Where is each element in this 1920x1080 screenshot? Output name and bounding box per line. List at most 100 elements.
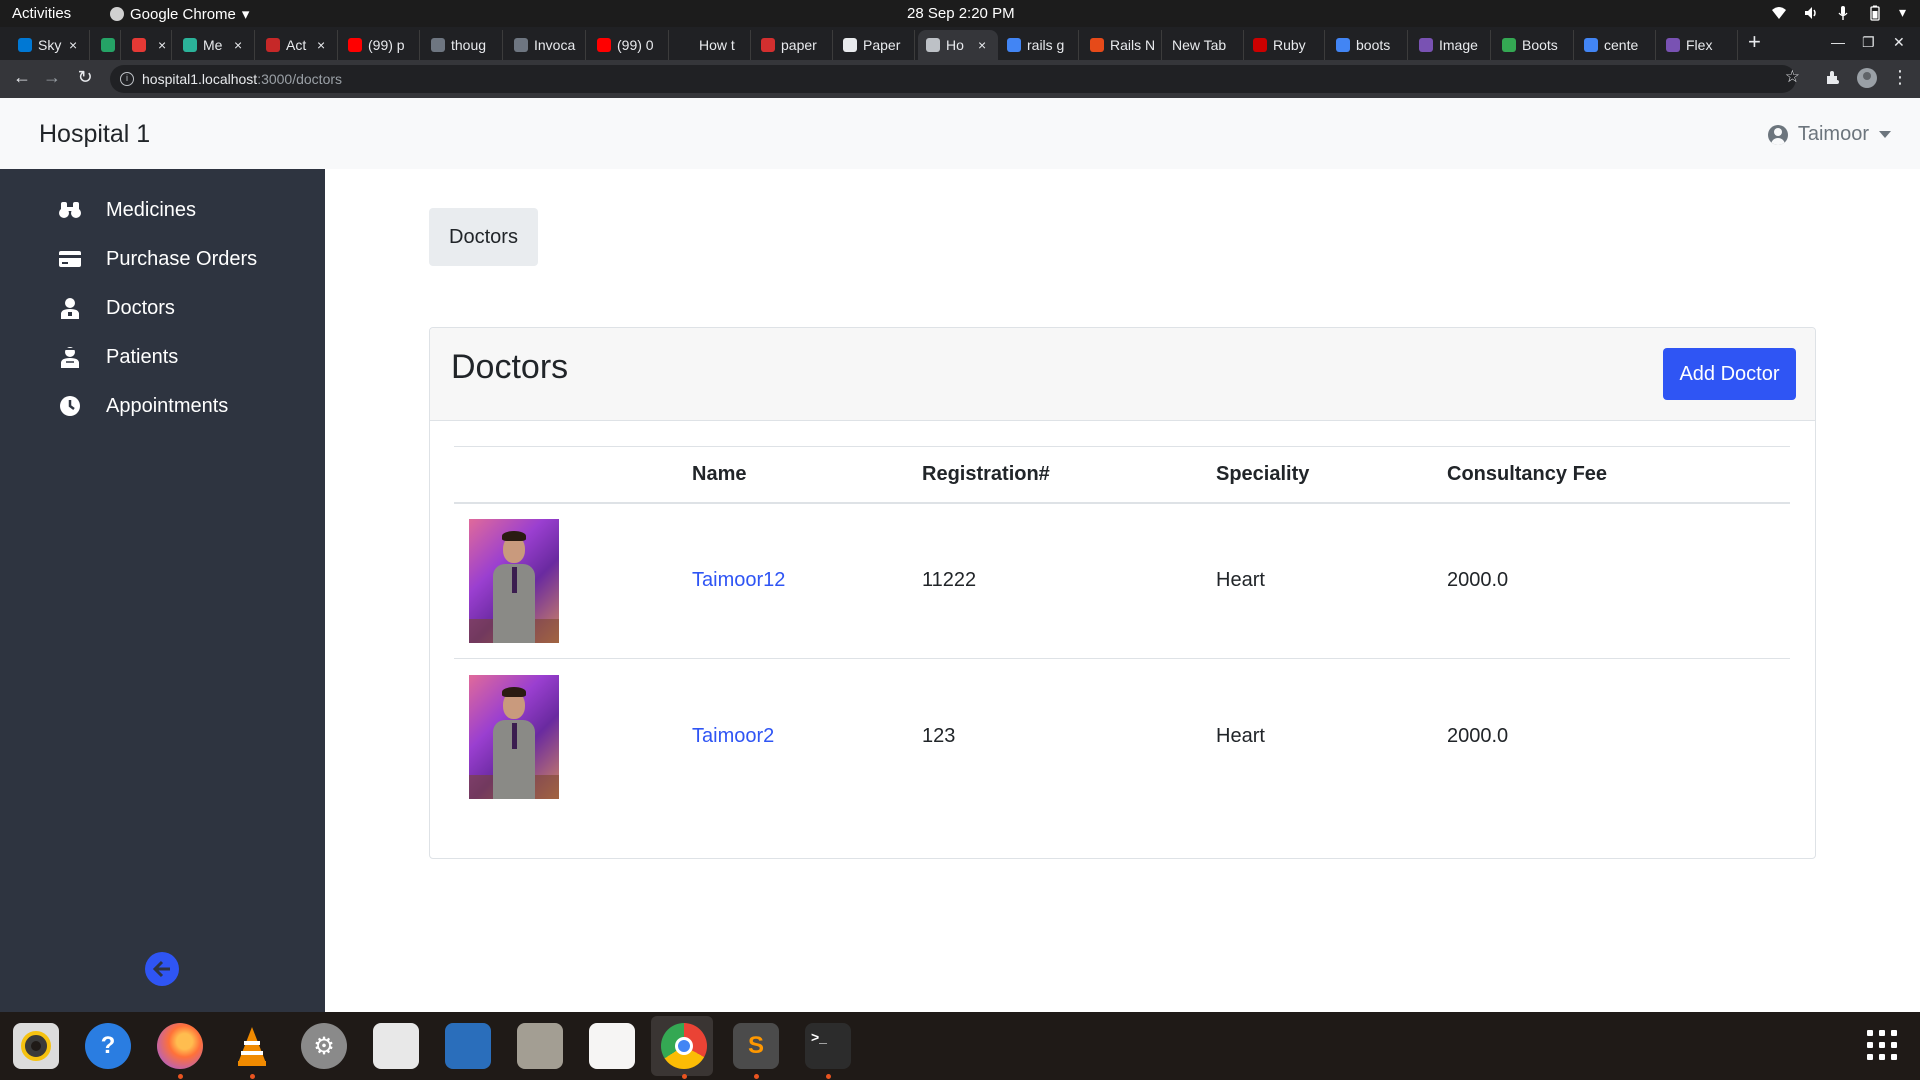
- volume-icon: [1804, 6, 1816, 19]
- chrome-icon[interactable]: [661, 1023, 707, 1069]
- sidebar-item-purchase-orders[interactable]: Purchase Orders: [58, 247, 257, 271]
- tab-close-icon[interactable]: ×: [978, 37, 992, 53]
- info-icon[interactable]: i: [120, 72, 134, 86]
- extensions-icon[interactable]: [1824, 69, 1842, 87]
- browser-tab[interactable]: Me ×: [175, 30, 255, 60]
- tab-favicon-icon: [132, 38, 146, 52]
- browser-tab[interactable]: New Tab: [1164, 30, 1244, 60]
- doctor-icon: [58, 296, 82, 320]
- running-indicator: [682, 1074, 687, 1079]
- browser-tab[interactable]: Ho ×: [918, 30, 998, 60]
- user-menu[interactable]: Taimoor: [1767, 123, 1891, 146]
- show-applications-icon[interactable]: [1867, 1030, 1897, 1060]
- tab-label: paper: [781, 37, 817, 53]
- tab-close-icon[interactable]: ×: [69, 37, 83, 53]
- tab-label: Act: [286, 37, 307, 53]
- minimize-icon[interactable]: —: [1831, 34, 1845, 50]
- tab-close-icon[interactable]: ×: [234, 37, 248, 53]
- tab-favicon-icon: [1336, 38, 1350, 52]
- browser-tab[interactable]: Paper: [835, 30, 915, 60]
- table-header-row: Name Registration# Speciality Consultanc…: [454, 446, 1790, 504]
- browser-tab[interactable]: Rails N: [1082, 30, 1162, 60]
- restore-icon[interactable]: ❐: [1862, 34, 1875, 51]
- document-viewer-icon[interactable]: [373, 1023, 419, 1069]
- tab-favicon-icon: [101, 38, 115, 52]
- fee-cell: 2000.0: [1447, 725, 1509, 748]
- tab-favicon-icon: [926, 38, 940, 52]
- sidebar-item-patients[interactable]: Patients: [58, 345, 178, 369]
- binoculars-icon: [58, 198, 82, 222]
- app-menu[interactable]: Google Chrome ▾: [110, 5, 249, 23]
- browser-tab[interactable]: (99) p: [340, 30, 420, 60]
- files-icon[interactable]: [517, 1023, 563, 1069]
- doctor-name-link[interactable]: Taimoor12: [692, 569, 785, 591]
- table-row: Taimoor2 123 Heart 2000.0: [454, 659, 1790, 815]
- browser-tab[interactable]: Flex: [1658, 30, 1738, 60]
- tab-favicon-icon: [1584, 38, 1598, 52]
- vlc-icon[interactable]: [229, 1023, 275, 1069]
- browser-toolbar: ← → ↻ i hospital1.localhost:3000/doctors…: [0, 60, 1920, 98]
- browser-tab[interactable]: Sky ×: [10, 30, 90, 60]
- browser-tab[interactable]: [93, 30, 121, 60]
- doctor-name-link[interactable]: Taimoor2: [692, 725, 774, 747]
- new-tab-button[interactable]: +: [1748, 31, 1761, 53]
- browser-tab[interactable]: boots: [1328, 30, 1408, 60]
- user-circle-icon: [1767, 124, 1788, 145]
- system-top-bar: Activities Google Chrome ▾ 28 Sep 2:20 P…: [0, 0, 1920, 27]
- sublime-icon[interactable]: S: [733, 1023, 779, 1069]
- browser-tab[interactable]: Boots: [1494, 30, 1574, 60]
- browser-tab[interactable]: paper: [753, 30, 833, 60]
- speciality-cell: Heart: [1216, 725, 1265, 748]
- browser-tab[interactable]: thoug: [423, 30, 503, 60]
- address-bar[interactable]: i hospital1.localhost:3000/doctors: [110, 65, 1796, 93]
- brand[interactable]: Hospital 1: [39, 120, 150, 149]
- sidebar-item-medicines[interactable]: Medicines: [58, 198, 196, 222]
- reload-icon[interactable]: ↻: [73, 67, 97, 88]
- browser-tab[interactable]: How t: [671, 30, 751, 60]
- firefox-icon[interactable]: [157, 1023, 203, 1069]
- writer-icon[interactable]: [445, 1023, 491, 1069]
- help-icon[interactable]: ?: [85, 1023, 131, 1069]
- tab-label: thoug: [451, 37, 487, 53]
- tab-close-icon[interactable]: ×: [158, 37, 171, 53]
- name-cell: Taimoor12: [692, 502, 922, 659]
- browser-tab[interactable]: Image: [1411, 30, 1491, 60]
- profile-icon[interactable]: [1856, 67, 1878, 89]
- speciality-cell: Heart: [1216, 502, 1447, 659]
- activities-button[interactable]: Activities: [12, 5, 71, 22]
- browser-tab[interactable]: Invoca: [506, 30, 586, 60]
- clock[interactable]: 28 Sep 2:20 PM: [907, 5, 1015, 22]
- tab-label: boots: [1356, 37, 1391, 53]
- back-icon[interactable]: ←: [10, 67, 34, 88]
- text-editor-icon[interactable]: [589, 1023, 635, 1069]
- browser-tab[interactable]: Act ×: [258, 30, 338, 60]
- chevron-down-icon: ▾: [241, 6, 250, 23]
- tab-label: (99) 0: [617, 37, 654, 53]
- terminal-icon[interactable]: >_: [805, 1023, 851, 1069]
- sidebar-item-doctors[interactable]: Doctors: [58, 296, 175, 320]
- collapse-sidebar-button[interactable]: [145, 952, 179, 986]
- close-window-icon[interactable]: ✕: [1893, 34, 1905, 51]
- tab-strip: Sky × × Me × Act × (99) p thoug Invoca (99) 0 How t…: [0, 27, 1920, 60]
- browser-tab[interactable]: cente: [1576, 30, 1656, 60]
- browser-tab[interactable]: (99) 0: [589, 30, 669, 60]
- settings-icon[interactable]: ⚙: [301, 1023, 347, 1069]
- forward-icon[interactable]: →: [40, 67, 64, 88]
- credit-card-icon: [58, 247, 82, 271]
- microphone-icon: [1838, 5, 1848, 20]
- status-area[interactable]: ▾: [1771, 4, 1906, 21]
- tab-favicon-icon: [1419, 38, 1433, 52]
- sidebar-item-appointments[interactable]: Appointments: [58, 394, 228, 418]
- bookmark-star-icon[interactable]: ☆: [1785, 67, 1800, 87]
- clock-icon: [58, 394, 82, 418]
- rhythmbox-icon[interactable]: [13, 1023, 59, 1069]
- registration-cell: 11222: [922, 502, 1216, 659]
- browser-tab[interactable]: Ruby: [1245, 30, 1325, 60]
- app-menu-label: Google Chrome: [130, 5, 236, 23]
- menu-icon[interactable]: ⋮: [1888, 67, 1912, 88]
- browser-tab[interactable]: rails g: [999, 30, 1079, 60]
- tab-close-icon[interactable]: ×: [317, 37, 331, 53]
- add-doctor-button[interactable]: Add Doctor: [1663, 348, 1796, 400]
- breadcrumb-item: Doctors: [449, 225, 518, 248]
- browser-tab[interactable]: ×: [124, 30, 172, 60]
